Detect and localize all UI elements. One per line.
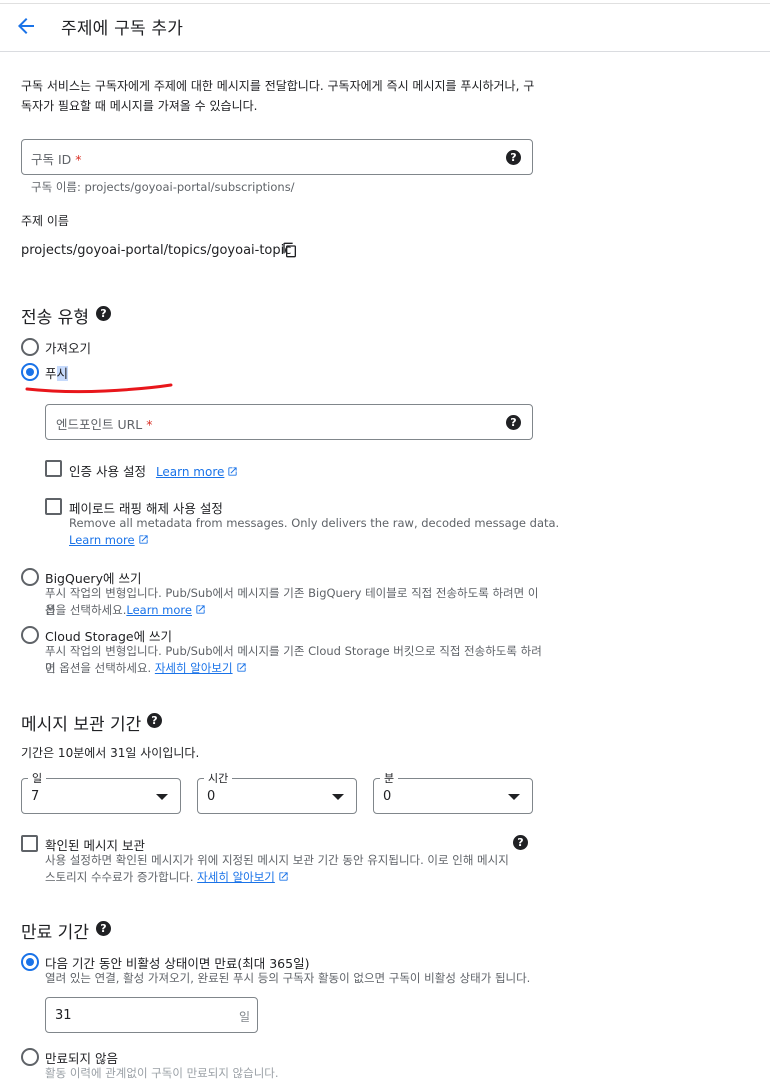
hour-select-label: 시간 [204,770,233,786]
unwrap-learn-more-link[interactable]: Learn more [69,533,135,547]
retain-acked-desc-line1: 사용 설정하면 확인된 메시지가 위에 지정된 메시지 보관 기간 동안 유지됩… [45,853,509,867]
retention-day-select[interactable]: 일 7 [21,770,181,814]
delivery-help-icon[interactable]: ? [96,306,111,321]
expiration-help-icon[interactable]: ? [96,921,111,936]
retention-help-icon[interactable]: ? [147,713,162,728]
subscription-name-hint: 구독 이름: projects/goyoai-portal/subscripti… [31,180,295,194]
never-expire-radio[interactable] [21,1048,39,1066]
dropdown-arrow-icon [156,794,168,800]
expiration-days-value: 31 [55,1008,72,1023]
retention-range-text: 기간은 10분에서 31일 사이입니다. [21,746,200,760]
intro-text: 구독 서비스는 구독자에게 주제에 대한 메시지를 전달합니다. 구독자에게 즉… [21,79,535,113]
bigquery-radio[interactable] [21,568,39,586]
auth-checkbox[interactable] [45,460,62,477]
push-radio[interactable] [21,363,39,381]
minute-select-value: 0 [383,789,392,804]
day-select-label: 일 [28,770,47,786]
retention-hour-select[interactable]: 시간 0 [197,770,357,814]
help-icon[interactable]: ? [506,150,521,165]
external-link-icon [138,535,148,544]
endpoint-url-field[interactable]: 엔드포인트 URL * ? [45,404,533,440]
retention-heading: 메시지 보관 기간 [21,715,142,735]
expire-inactive-desc: 열려 있는 연결, 활성 가져오기, 완료된 푸시 등의 구독자 활동이 없으면… [45,971,531,985]
retain-acked-learn-more-link[interactable]: 자세히 알아보기 [197,870,275,884]
external-link-icon [279,872,288,881]
expiration-days-input[interactable]: 31 일 [45,997,258,1033]
external-link-icon [196,605,205,614]
topic-name-label: 주제 이름 [21,214,69,228]
delivery-type-heading: 전송 유형 [21,308,89,328]
auth-label: 인증 사용 설정 [69,464,146,479]
subscription-id-field[interactable]: 구독 ID * ? [21,139,533,175]
subscription-id-label: 구독 ID [31,152,72,167]
auth-learn-more-link[interactable]: Learn more [156,465,224,479]
dropdown-arrow-icon [332,794,344,800]
bigquery-desc-line2: 션을 선택하세요. [45,603,127,617]
retain-acked-checkbox[interactable] [21,835,38,852]
days-suffix: 일 [239,1010,251,1024]
required-mark: * [75,152,82,167]
external-link-icon [236,663,246,672]
expire-inactive-radio[interactable] [21,953,39,971]
external-link-icon [228,467,237,476]
push-label: 푸시 [45,363,69,382]
copy-icon[interactable] [282,242,298,258]
page-title: 주제에 구독 추가 [61,19,184,39]
required-mark: * [146,417,153,432]
help-icon[interactable]: ? [506,415,521,430]
endpoint-url-label: 엔드포인트 URL [56,417,143,432]
red-underline-annotation [25,383,173,394]
back-arrow-icon[interactable] [14,14,38,38]
push-label-highlight: 시 [56,366,69,381]
cloud-storage-desc-line2: 이 옵션을 선택하세요. [45,661,152,675]
payload-unwrap-checkbox[interactable] [45,498,62,515]
bigquery-learn-more-link[interactable]: Learn more [126,603,192,617]
retention-minute-select[interactable]: 분 0 [373,770,533,814]
dropdown-arrow-icon [508,794,520,800]
hour-select-value: 0 [207,789,216,804]
pull-radio[interactable] [21,338,39,356]
cloud-storage-learn-more-link[interactable]: 자세히 알아보기 [155,661,233,675]
topic-name-value: projects/goyoai-portal/topics/goyoai-top… [21,243,292,258]
retain-acked-help-icon[interactable]: ? [513,835,528,850]
retain-acked-desc-line2: 스토리지 수수료가 증가합니다. [45,870,194,884]
minute-select-label: 분 [380,770,399,786]
expiration-heading: 만료 기간 [21,923,89,943]
pull-label: 가져오기 [45,341,92,356]
cloud-storage-radio[interactable] [21,626,39,644]
payload-unwrap-desc: Remove all metadata from messages. Only … [69,516,560,530]
push-label-part: 푸 [45,366,57,381]
never-expire-desc: 활동 이력에 관계없이 구독이 만료되지 않습니다. [45,1066,279,1080]
day-select-value: 7 [31,789,40,804]
